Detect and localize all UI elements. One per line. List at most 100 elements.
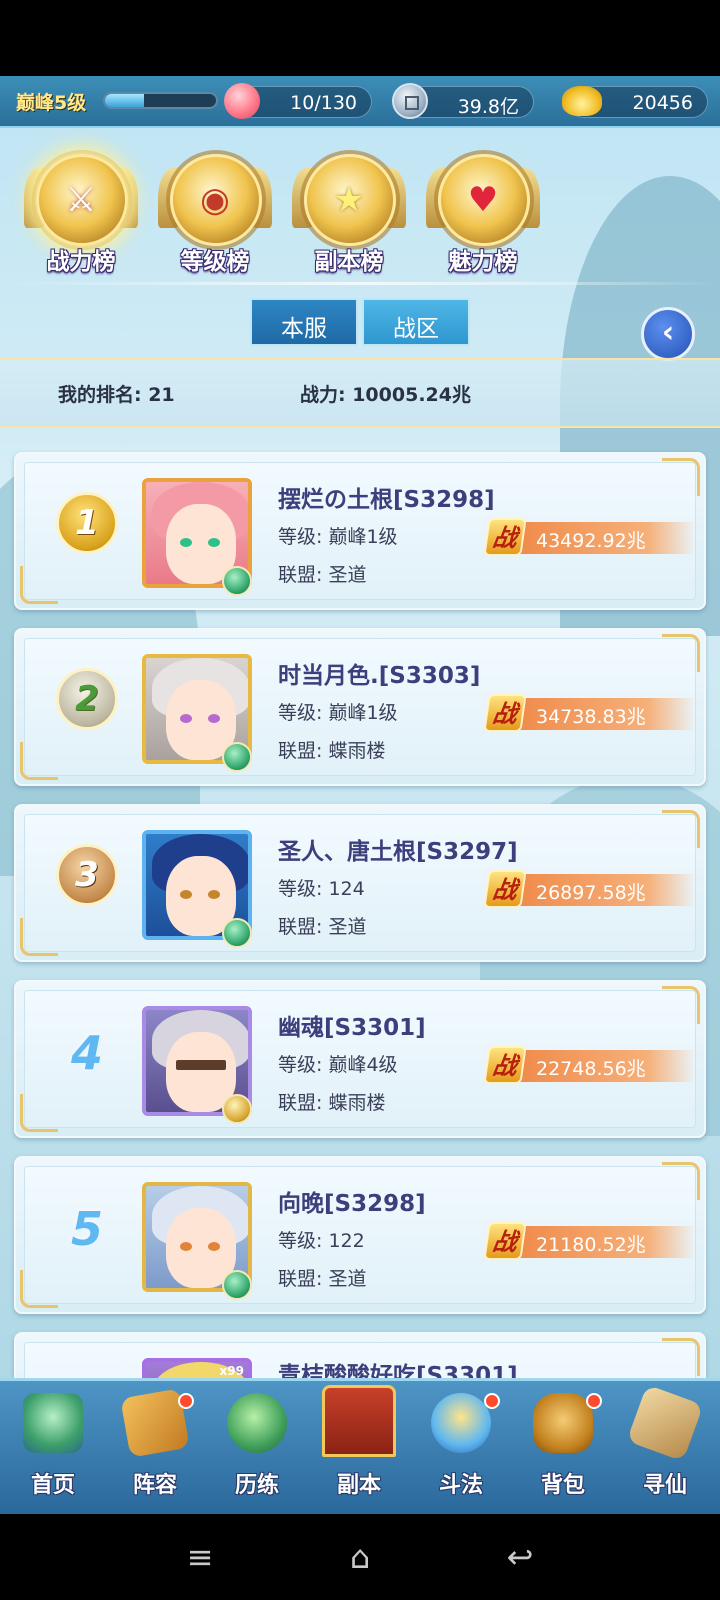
- corner-ornament: [20, 1270, 58, 1308]
- corner-ornament: [662, 1338, 700, 1376]
- back-arrow-icon[interactable]: ‹: [641, 307, 695, 361]
- power-value: 34738.83兆: [536, 706, 646, 728]
- corner-ornament: [662, 634, 700, 672]
- avatar-eye: [208, 890, 220, 899]
- avatar-eye: [180, 538, 192, 547]
- rank-card[interactable]: 4 幽魂[S3301] 等级: 巅峰4级 联盟: 蝶雨楼 战 22748.56兆: [14, 980, 706, 1138]
- nav-home[interactable]: 首页: [2, 1381, 104, 1514]
- level-progress-bar: [103, 92, 218, 109]
- power-value: 26897.58兆: [536, 882, 646, 904]
- home-island-icon: [23, 1393, 83, 1453]
- corner-ornament: [662, 986, 700, 1024]
- avatar-eye: [180, 890, 192, 899]
- nav-bag[interactable]: 背包: [512, 1381, 614, 1514]
- star-glyph: ★: [333, 180, 365, 220]
- player-guild: 联盟: 蝶雨楼: [278, 740, 386, 762]
- nav-label: 历练: [234, 1473, 279, 1498]
- player-level: 等级: 122: [278, 1230, 365, 1252]
- category-power[interactable]: ⚔ 战力榜: [22, 140, 140, 280]
- back-icon[interactable]: ↩: [490, 1536, 550, 1578]
- battle-badge-icon: 战: [483, 1222, 527, 1260]
- avatar-eye: [180, 1242, 192, 1251]
- power-bar: 战 22748.56兆: [483, 1046, 696, 1084]
- gourd-icon: [227, 1393, 287, 1453]
- nav-battle[interactable]: 斗法: [410, 1381, 512, 1514]
- battle-badge-icon: 战: [483, 518, 527, 556]
- rank-card[interactable]: 3 圣人、唐土根[S3297] 等级: 124 联盟: 圣道 战 26897.5…: [14, 804, 706, 962]
- notification-dot: [178, 1393, 194, 1409]
- category-level[interactable]: ◉ 等级榜: [156, 140, 274, 280]
- gate-icon: [322, 1385, 396, 1457]
- player-guild: 联盟: 圣道: [278, 564, 367, 586]
- vip-badge-icon: [222, 566, 252, 596]
- menu-icon[interactable]: ≡: [170, 1536, 230, 1578]
- nav-label: 斗法: [438, 1473, 483, 1498]
- heart-glyph: ♥: [467, 180, 499, 220]
- drum-glyph: ◉: [200, 180, 230, 220]
- vip-badge-icon: [222, 1094, 252, 1124]
- corner-ornament: [20, 566, 58, 604]
- category-label: 副本榜: [314, 249, 384, 275]
- nav-label: 背包: [540, 1473, 585, 1498]
- nav-lineup[interactable]: 阵容: [104, 1381, 206, 1514]
- vip-badge-icon: [222, 1270, 252, 1300]
- tab-local-server[interactable]: 本服: [250, 298, 358, 346]
- tab-war-zone[interactable]: 战区: [362, 298, 470, 346]
- battle-badge-icon: 战: [483, 694, 527, 732]
- category-dungeon[interactable]: ★ 副本榜: [290, 140, 408, 280]
- nav-dungeon[interactable]: 副本: [308, 1381, 410, 1514]
- vip-badge-icon: [222, 918, 252, 948]
- resource-bar: 巅峰5级 10/130 39.8亿 20456: [0, 76, 720, 128]
- power-bar: 战 43492.92兆: [483, 518, 696, 556]
- corner-ornament: [20, 742, 58, 780]
- divider: [0, 282, 720, 285]
- player-level: 等级: 巅峰1级: [278, 702, 398, 724]
- avatar-eye: [180, 714, 192, 723]
- rank-card[interactable]: 2 时当月色.[S3303] 等级: 巅峰1级 联盟: 蝶雨楼 战 34738.…: [14, 628, 706, 786]
- scroll-icon: [626, 1384, 704, 1462]
- corner-ornament: [20, 918, 58, 956]
- power-value: 21180.52兆: [536, 1234, 646, 1256]
- my-rank-text: 我的排名: 21: [58, 384, 175, 406]
- power-value: 43492.92兆: [536, 530, 646, 552]
- peach-icon: [224, 83, 260, 119]
- corner-ornament: [662, 810, 700, 848]
- avatar-eye: [208, 538, 220, 547]
- gold-ingot-icon: [562, 86, 602, 116]
- my-power-text: 战力: 10005.24兆: [300, 384, 471, 406]
- corner-ornament: [20, 1094, 58, 1132]
- gold-value: 20456: [632, 92, 693, 114]
- nav-training[interactable]: 历练: [206, 1381, 308, 1514]
- sword-icon: [431, 1393, 491, 1453]
- silver-value: 39.8亿: [457, 96, 519, 118]
- avatar-eye: [208, 1242, 220, 1251]
- rank-number: 5: [70, 1202, 103, 1256]
- avatar-badge: x99: [219, 1364, 244, 1378]
- bottom-nav: 首页 阵容 历练 副本 斗法 背包 寻仙: [0, 1378, 720, 1514]
- rank-number: 4: [70, 1026, 103, 1080]
- power-bar: 战 26897.58兆: [483, 870, 696, 908]
- player-level: 等级: 巅峰4级: [278, 1054, 398, 1076]
- power-bar: 战 21180.52兆: [483, 1222, 696, 1260]
- player-guild: 联盟: 蝶雨楼: [278, 1092, 386, 1114]
- nav-label: 阵容: [132, 1473, 177, 1498]
- level-progress-fill: [105, 94, 144, 107]
- stamina-value: 10/130: [290, 92, 357, 114]
- nav-seek[interactable]: 寻仙: [614, 1381, 716, 1514]
- rank-medal-silver: 2: [56, 668, 118, 730]
- silver-coin-icon: [392, 83, 428, 119]
- system-navigation-bar: ≡ ⌂ ↩: [0, 1514, 720, 1600]
- category-label: 魅力榜: [448, 249, 518, 275]
- corner-ornament: [662, 1162, 700, 1200]
- power-value: 22748.56兆: [536, 1058, 646, 1080]
- rank-card[interactable]: 5 向晚[S3298] 等级: 122 联盟: 圣道 战 21180.52兆: [14, 1156, 706, 1314]
- home-icon[interactable]: ⌂: [330, 1536, 390, 1578]
- player-name: 向晚[S3298]: [278, 1191, 426, 1217]
- nav-label: 寻仙: [642, 1473, 687, 1498]
- rank-card[interactable]: 1 摆烂の土根[S3298] 等级: 巅峰1级 联盟: 圣道 战 43492.9…: [14, 452, 706, 610]
- category-row: ⚔ 战力榜 ◉ 等级榜 ★ 副本榜 ♥ 魅力榜: [0, 140, 720, 290]
- category-charm[interactable]: ♥ 魅力榜: [424, 140, 542, 280]
- nav-label: 副本: [336, 1473, 381, 1498]
- player-name: 摆烂の土根[S3298]: [278, 487, 495, 513]
- my-rank-bar: 我的排名: 21 战力: 10005.24兆: [0, 358, 720, 428]
